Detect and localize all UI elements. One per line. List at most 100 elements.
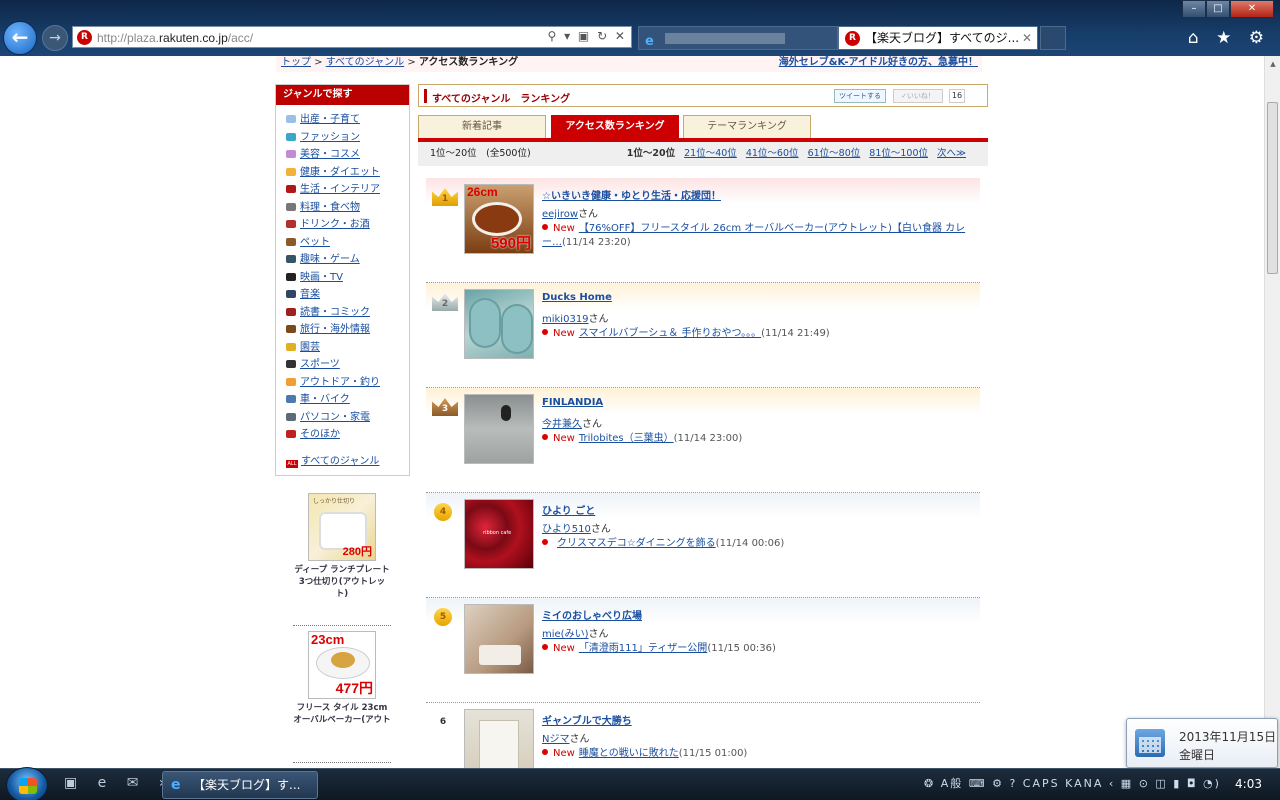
tab-theme-ranking[interactable]: テーマランキング [683, 115, 811, 139]
sidebar-item-genre[interactable]: スポーツ [286, 356, 409, 374]
tweet-button[interactable]: ツイートする [834, 89, 886, 103]
address-controls-icon[interactable]: ⚲ ▾ ▣ ↻ ✕ [547, 29, 627, 43]
sidebar-item-genre[interactable]: 料理・食べ物 [286, 199, 409, 217]
blog-title-link[interactable]: ひより ごと [542, 502, 595, 517]
tab-blurred[interactable]: e [638, 26, 838, 50]
tab-rakuten-blog[interactable]: R 【楽天ブログ】すべてのジ... ✕ [838, 26, 1038, 50]
sidebar-item-genre[interactable]: パソコン・家電 [286, 409, 409, 427]
post-link[interactable]: クリスマスデコ☆ダイニングを飾る [557, 538, 716, 549]
home-favorites-tools-icon[interactable]: ⌂ ★ ⚙ [1188, 28, 1270, 48]
blog-title-link[interactable]: ミイのおしゃべり広場 [542, 607, 642, 622]
post-link[interactable]: スマイルバブーシュ＆ 手作りおやつ。。。 [579, 328, 761, 339]
blog-title-link[interactable]: ☆いきいき健康・ゆとり生活・応援団！ [542, 187, 721, 202]
new-tab-button[interactable] [1040, 26, 1066, 50]
sidebar-item-label: アウトドア・釣り [300, 376, 380, 388]
ad-image[interactable]: 23cm 477円 [308, 631, 376, 699]
sidebar-item-label: パソコン・家電 [300, 411, 370, 423]
tab-access-ranking[interactable]: アクセス数ランキング [551, 115, 679, 139]
blog-title-link[interactable]: FINLANDIA [542, 397, 603, 408]
author-link[interactable]: Nジマ [542, 734, 569, 745]
breadcrumb-top-link[interactable]: トップ [281, 57, 311, 68]
like-button[interactable]: ✓いいね！ [893, 89, 943, 103]
sidebar-item-genre[interactable]: アウトドア・釣り [286, 374, 409, 392]
ad-image[interactable]: しっかり仕切り 280円 [308, 493, 376, 561]
sidebar-item-genre[interactable]: 園芸 [286, 339, 409, 357]
author-link[interactable]: miki0319 [542, 314, 589, 325]
author-link[interactable]: 今井兼久 [542, 419, 582, 430]
sidebar-item-genre[interactable]: 生活・インテリア [286, 181, 409, 199]
blog-title-link[interactable]: Ducks Home [542, 292, 612, 303]
scroll-up-icon[interactable]: ▲ [1265, 56, 1280, 72]
page-link-41-60[interactable]: 41位〜60位 [746, 148, 799, 159]
genre-icon [286, 307, 296, 316]
scroll-thumb[interactable] [1267, 102, 1278, 274]
ad-lunch-plate[interactable]: しっかり仕切り 280円 ディープ ランチプレート 3つ仕切り(アウトレット) [293, 493, 391, 600]
page-link-81-100[interactable]: 81位〜100位 [869, 148, 928, 159]
breadcrumb-all-genres-link[interactable]: すべてのジャンル [326, 57, 404, 68]
page-link-21-40[interactable]: 21位〜40位 [684, 148, 737, 159]
address-url[interactable]: http://plaza.rakuten.co.jp/acc/ [97, 31, 253, 45]
minimize-button[interactable]: – [1182, 0, 1206, 18]
taskbar-item-browser[interactable]: e 【楽天ブログ】す... [162, 771, 318, 799]
sidebar-item-genre[interactable]: 旅行・海外情報 [286, 321, 409, 339]
vertical-scrollbar[interactable]: ▲ ▼ [1264, 56, 1280, 768]
start-button[interactable] [6, 767, 48, 800]
sidebar-item-genre[interactable]: そのほか [286, 426, 409, 444]
blog-thumbnail[interactable] [464, 289, 534, 359]
taskbar: ▣ e ✉ » e 【楽天ブログ】す... ❂ A般 ⌨ ⚙ ? CAPS KAN… [0, 767, 1280, 800]
ranking-list: 1 26cm 590円 ☆いきいき健康・ゆとり生活・応援団！ eejirowさん … [426, 178, 980, 768]
page-link-61-80[interactable]: 61位〜80位 [808, 148, 861, 159]
sidebar-item-genre[interactable]: 健康・ダイエット [286, 164, 409, 182]
blog-thumbnail[interactable]: 26cm 590円 [464, 184, 534, 254]
breadcrumb-current: アクセス数ランキング [418, 57, 519, 68]
tab-new-articles[interactable]: 新着記事 [418, 115, 546, 139]
blog-thumbnail[interactable] [464, 394, 534, 464]
maximize-button[interactable]: □ [1206, 0, 1230, 18]
back-button[interactable]: ← [3, 21, 37, 55]
blog-thumbnail[interactable] [464, 709, 534, 768]
blog-title-link[interactable]: ギャンブルで大勝ち [542, 712, 632, 727]
system-tray-icons[interactable]: ❂ A般 ⌨ ⚙ ? CAPS KANA ‹ ▦ ⊙ ◫ ▮ ◘ ◔) [924, 775, 1221, 791]
author-link[interactable]: mie(みい) [542, 629, 588, 640]
ad-oval-baker[interactable]: 23cm 477円 フリース タイル 23cm オーバルベーカー(アウト [293, 631, 391, 726]
sidebar-item-genre[interactable]: 趣味・ゲーム [286, 251, 409, 269]
ad-caption[interactable]: ディープ ランチプレート 3つ仕切り(アウトレット) [293, 564, 391, 600]
post-link[interactable]: 「清澄雨111」ティザー公開 [579, 643, 708, 654]
post-date: (11/14 00:06) [715, 538, 785, 549]
sidebar-item-genre[interactable]: ファッション [286, 129, 409, 147]
genre-icon [286, 202, 296, 211]
sidebar-item-genre[interactable]: 読書・コミック [286, 304, 409, 322]
sidebar-item-genre[interactable]: 美容・コスメ [286, 146, 409, 164]
page-link-next[interactable]: 次へ≫ [937, 148, 966, 159]
sidebar-item-genre[interactable]: 出産・子育て [286, 111, 409, 129]
author-link[interactable]: eejirow [542, 209, 578, 220]
ad-price: 477円 [335, 680, 373, 696]
sidebar-item-genre[interactable]: 車・バイク [286, 391, 409, 409]
forward-button[interactable]: → [42, 25, 68, 51]
blog-thumbnail[interactable] [464, 604, 534, 674]
sidebar-item-genre[interactable]: 映画・TV [286, 269, 409, 287]
quick-launch-icons[interactable]: ▣ e ✉ » [64, 775, 176, 791]
blog-thumbnail[interactable]: ribbon cafe [464, 499, 534, 569]
close-window-button[interactable]: ✕ [1230, 0, 1274, 18]
sidebar-item-all-genres[interactable]: ALL すべてのジャンル [286, 452, 379, 468]
post-link[interactable]: Trilobites（三葉虫） [579, 433, 674, 444]
tab-title: 【楽天ブログ】すべてのジ... [865, 31, 1020, 45]
new-badge: New [553, 433, 575, 444]
address-bar[interactable]: R http://plaza.rakuten.co.jp/acc/ ⚲ ▾ ▣ … [72, 26, 632, 48]
latest-post: クリスマスデコ☆ダイニングを飾る(11/14 00:06) [542, 537, 972, 551]
sidebar-item-genre[interactable]: ドリンク・お酒 [286, 216, 409, 234]
author-link[interactable]: ひより510 [542, 524, 591, 535]
sidebar-item-label: 美容・コスメ [300, 149, 360, 160]
sidebar-item-genre[interactable]: ペット [286, 234, 409, 252]
tab-close-icon[interactable]: ✕ [1022, 27, 1032, 49]
promo-link[interactable]: 海外セレブ&K-アイドル好きの方、急募中！ [779, 56, 978, 70]
clock[interactable]: 4:03 [1235, 777, 1262, 791]
new-badge: New [553, 223, 575, 234]
ad-caption[interactable]: フリース タイル 23cm オーバルベーカー(アウト [293, 702, 391, 726]
web-page: トップ > すべてのジャンル > アクセス数ランキング 海外セレブ&K-アイドル… [0, 56, 1264, 768]
sidebar-item-genre[interactable]: 音楽 [286, 286, 409, 304]
ie-icon: e [645, 34, 654, 49]
genre-icon [286, 360, 296, 368]
post-link[interactable]: 睡魔との戦いに敗れた [579, 748, 679, 759]
